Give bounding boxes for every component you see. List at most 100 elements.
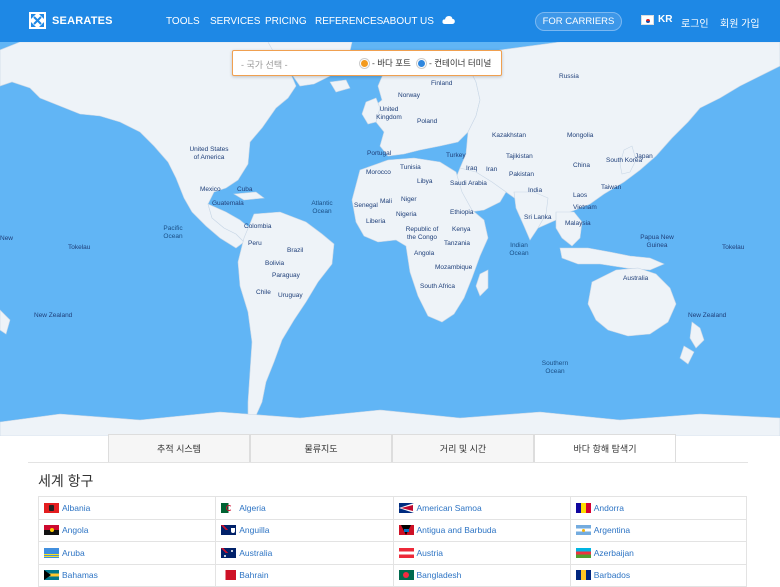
bahrain-flag-icon bbox=[221, 570, 237, 581]
map-label-tokelau-right: Tokelau bbox=[722, 244, 745, 251]
map-label-mali: Mali bbox=[380, 198, 392, 205]
sea-port-legend[interactable]: - 바다 포트 bbox=[360, 57, 411, 69]
port-link-bahrain[interactable]: Bahrain bbox=[215, 564, 392, 586]
map-label-southern-ocean: Southern Ocean bbox=[541, 360, 569, 375]
port-link-albania[interactable]: Albania bbox=[38, 497, 215, 519]
map-label-kazakhstan: Kazakhstan bbox=[492, 132, 526, 139]
map-label-united-kingdom: United Kingdom bbox=[376, 106, 402, 121]
logo[interactable]: SEARATES bbox=[29, 12, 113, 29]
port-link-american-samoa[interactable]: American Samoa bbox=[392, 497, 570, 519]
map-label-atlantic-ocean: Atlantic Ocean bbox=[311, 200, 333, 215]
bahamas-flag-icon bbox=[44, 570, 59, 581]
port-link-algeria[interactable]: Algeria bbox=[215, 497, 392, 519]
map-label-portugal: Portugal bbox=[367, 150, 392, 157]
map-label-south-africa: South Africa bbox=[420, 283, 456, 290]
map-label-new-left: New bbox=[0, 235, 14, 242]
nav-pricing[interactable]: PRICING bbox=[265, 16, 307, 27]
port-link-antigua-and-barbuda[interactable]: Antigua and Barbuda bbox=[392, 519, 570, 541]
nav-about-us[interactable]: ABOUT US bbox=[383, 16, 434, 27]
korea-flag-icon bbox=[641, 14, 654, 25]
tab-distance-time[interactable]: 거리 및 시간 bbox=[392, 434, 534, 462]
port-link-aruba[interactable]: Aruba bbox=[38, 542, 215, 564]
port-link-austria[interactable]: Austria bbox=[392, 542, 570, 564]
port-link-australia[interactable]: Australia bbox=[215, 542, 392, 564]
for-carriers-button[interactable]: FOR CARRIERS bbox=[535, 12, 622, 31]
american-samoa-flag-icon bbox=[398, 502, 414, 513]
map-label-pakistan: Pakistan bbox=[509, 171, 534, 178]
port-link-argentina[interactable]: Argentina bbox=[569, 519, 747, 541]
algeria-flag-icon bbox=[221, 502, 237, 513]
country-name: Bangladesh bbox=[416, 570, 462, 581]
country-select[interactable]: - 국가 선택 - bbox=[241, 58, 288, 71]
map-label-mongolia: Mongolia bbox=[567, 132, 594, 139]
world-map[interactable]: Russia Finland Norway United Kingdom Pol… bbox=[0, 42, 780, 436]
australia-flag-icon bbox=[221, 547, 237, 558]
map-label-vietnam: Vietnam bbox=[573, 204, 597, 211]
map-label-india: India bbox=[528, 187, 543, 194]
signup-link[interactable]: 회원 가입 bbox=[720, 15, 760, 30]
nav-tools[interactable]: TOOLS bbox=[166, 16, 200, 27]
port-link-angola[interactable]: Angola bbox=[38, 519, 215, 541]
anguilla-flag-icon bbox=[221, 525, 237, 536]
austria-flag-icon bbox=[398, 547, 414, 558]
country-name: Albania bbox=[62, 502, 91, 513]
map-label-mexico: Mexico bbox=[200, 186, 221, 193]
map-label-iran: Iran bbox=[486, 166, 498, 173]
port-link-azerbaijan[interactable]: Azerbaijan bbox=[569, 542, 747, 564]
country-name: Angola bbox=[62, 525, 89, 536]
login-link[interactable]: 로그인 bbox=[681, 15, 709, 30]
country-name: Algeria bbox=[239, 502, 266, 513]
country-name: American Samoa bbox=[416, 502, 482, 513]
map-label-kenya: Kenya bbox=[452, 226, 471, 233]
top-header: SEARATES TOOLS SERVICES PRICING REFERENC… bbox=[0, 0, 780, 42]
map-label-tajikistan: Tajikistan bbox=[506, 153, 533, 160]
port-link-bahamas[interactable]: Bahamas bbox=[38, 564, 215, 586]
azerbaijan-flag-icon bbox=[575, 547, 591, 558]
map-label-russia: Russia bbox=[559, 73, 579, 80]
port-link-anguilla[interactable]: Anguilla bbox=[215, 519, 392, 541]
map-label-indian-ocean: Indian Ocean bbox=[509, 242, 529, 257]
port-link-barbados[interactable]: Barbados bbox=[569, 564, 747, 586]
port-link-bangladesh[interactable]: Bangladesh bbox=[392, 564, 570, 586]
map-label-senegal: Senegal bbox=[354, 202, 378, 209]
tab-logistics-map[interactable]: 물류지도 bbox=[250, 434, 392, 462]
map-label-new-zealand-left: New Zealand bbox=[34, 312, 73, 319]
andorra-flag-icon bbox=[575, 502, 591, 513]
tool-tabs: 추적 시스템 물류지도 거리 및 시간 바다 항해 탐색기 bbox=[108, 434, 676, 462]
country-name: Anguilla bbox=[239, 525, 270, 536]
map-label-papua-new-guinea: Papua New Guinea bbox=[640, 234, 674, 249]
tab-sea-navigation-explorer[interactable]: 바다 항해 탐색기 bbox=[534, 434, 676, 462]
nav-references[interactable]: REFERENCES bbox=[315, 16, 383, 27]
port-link-andorra[interactable]: Andorra bbox=[569, 497, 747, 519]
map-label-sri-lanka: Sri Lanka bbox=[524, 214, 552, 221]
map-label-tunisia: Tunisia bbox=[400, 164, 421, 171]
map-search-box: - 국가 선택 - - 바다 포트 - 컨테이너 터미널 bbox=[232, 50, 502, 76]
map-label-saudi-arabia: Saudi Arabia bbox=[450, 180, 487, 187]
map-label-libya: Libya bbox=[417, 178, 433, 185]
map-label-mozambique: Mozambique bbox=[435, 264, 473, 271]
map-label-cuba: Cuba bbox=[237, 186, 253, 193]
map-label-turkey: Turkey bbox=[446, 152, 466, 159]
map-label-paraguay: Paraguay bbox=[272, 272, 300, 279]
table-row: Albania Algeria American Samoa Andorra bbox=[38, 497, 747, 520]
container-terminal-legend[interactable]: - 컨테이너 터미널 bbox=[417, 57, 491, 69]
map-label-chile: Chile bbox=[256, 289, 271, 296]
map-label-finland: Finland bbox=[431, 80, 453, 87]
aruba-flag-icon bbox=[44, 547, 59, 558]
ports-table: Albania Algeria American Samoa Andorra A… bbox=[38, 496, 747, 587]
map-label-ethiopia: Ethiopia bbox=[450, 209, 474, 216]
map-label-bolivia: Bolivia bbox=[265, 260, 285, 267]
tab-tracking-system[interactable]: 추적 시스템 bbox=[108, 434, 250, 462]
map-label-peru: Peru bbox=[248, 240, 262, 247]
map-label-china: China bbox=[573, 162, 590, 169]
map-label-malaysia: Malaysia bbox=[565, 220, 591, 227]
map-label-tokelau-left: Tokelau bbox=[68, 244, 91, 251]
language-selector[interactable]: KR bbox=[641, 14, 672, 25]
country-name: Austria bbox=[416, 547, 443, 558]
nav-services[interactable]: SERVICES bbox=[210, 16, 260, 27]
logo-text: SEARATES bbox=[52, 14, 113, 27]
container-terminal-marker-icon bbox=[417, 58, 426, 68]
country-name: Argentina bbox=[593, 525, 631, 536]
map-label-tanzania: Tanzania bbox=[444, 240, 471, 247]
cloud-icon[interactable] bbox=[442, 15, 455, 25]
